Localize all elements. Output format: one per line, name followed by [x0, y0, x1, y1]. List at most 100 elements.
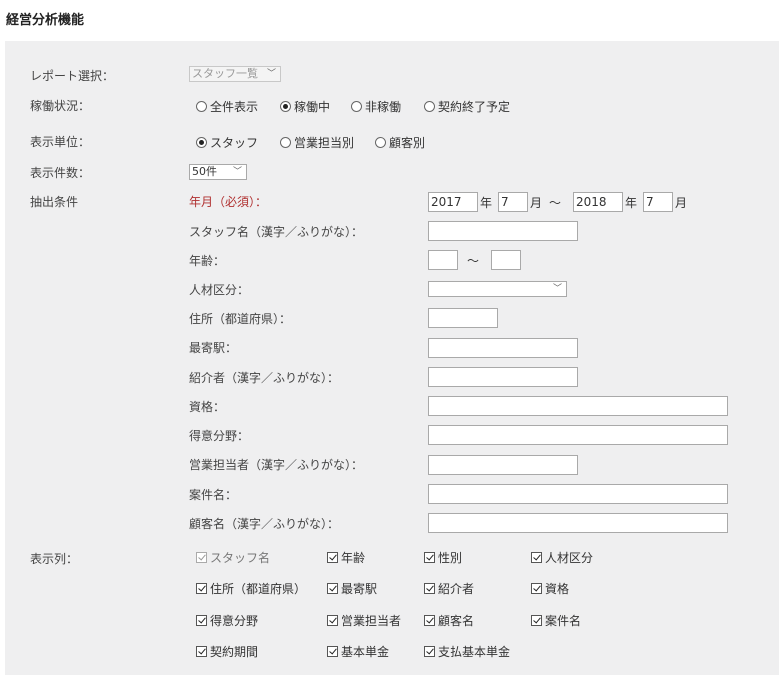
age-label: 年齢： — [189, 254, 226, 268]
age-to-input[interactable] — [491, 250, 521, 270]
checkbox-checked-icon — [327, 615, 338, 626]
staff-name-label: スタッフ名（漢字／ふりがな）： — [189, 225, 364, 239]
referrer-label: 紹介者（漢字／ふりがな）： — [189, 371, 340, 385]
checkbox-checked-icon — [424, 583, 435, 594]
staff-name-input[interactable] — [428, 221, 578, 241]
column-checkbox-label: 契約期間 — [210, 645, 259, 659]
count-select-value: 50件 — [192, 165, 217, 178]
page-title: 経営分析機能 — [6, 13, 85, 28]
radio-icon — [424, 101, 435, 112]
column-checkbox-address[interactable]: 住所（都道府県） — [196, 580, 306, 597]
column-checkbox-sales-rep[interactable]: 営業担当者 — [327, 612, 401, 629]
column-checkbox-qualification[interactable]: 資格 — [531, 580, 569, 597]
checkbox-checked-icon — [196, 615, 207, 626]
column-checkbox-project[interactable]: 案件名 — [531, 612, 581, 629]
status-option-label: 契約終了予定 — [438, 100, 511, 114]
checkbox-checked-icon — [196, 583, 207, 594]
sales-rep-input[interactable] — [428, 455, 578, 475]
unit-label: 表示単位： — [30, 135, 91, 149]
project-input[interactable] — [428, 484, 728, 504]
chevron-down-icon: ﹀ — [232, 167, 242, 177]
chevron-down-icon: ﹀ — [552, 284, 562, 294]
column-checkbox-label: 営業担当者 — [341, 614, 402, 628]
specialty-input[interactable] — [428, 425, 728, 445]
age-tilde: ～ — [467, 254, 480, 268]
column-checkbox-age[interactable]: 年齢 — [327, 549, 365, 566]
column-checkbox-label: 紹介者 — [438, 582, 475, 596]
station-input[interactable] — [428, 338, 578, 358]
column-checkbox-label: 年齢 — [341, 551, 366, 565]
status-option-active[interactable]: 稼働中 — [280, 98, 330, 115]
column-checkbox-contract-period[interactable]: 契約期間 — [196, 643, 258, 660]
column-checkbox-referrer[interactable]: 紹介者 — [424, 580, 474, 597]
status-option-label: 非稼働 — [365, 100, 402, 114]
status-option-inactive[interactable]: 非稼働 — [351, 98, 401, 115]
chevron-down-icon: ﹀ — [266, 69, 276, 79]
count-label: 表示件数： — [30, 166, 91, 180]
column-checkbox-payment-base-rate[interactable]: 支払基本単金 — [424, 643, 510, 660]
status-label: 稼働状況： — [30, 99, 91, 113]
column-checkbox-label: 顧客名 — [438, 614, 475, 628]
year-unit: 年 — [480, 196, 493, 210]
column-checkbox-label: 案件名 — [545, 614, 582, 628]
column-checkbox-label: 人材区分 — [545, 551, 594, 565]
checkbox-checked-icon — [424, 646, 435, 657]
column-checkbox-label: 性別 — [438, 551, 463, 565]
category-label: 人材区分： — [189, 283, 250, 297]
checkbox-checked-icon — [196, 552, 207, 563]
column-checkbox-station[interactable]: 最寄駅 — [327, 580, 377, 597]
qualification-input[interactable] — [428, 396, 728, 416]
column-checkbox-gender[interactable]: 性別 — [424, 549, 462, 566]
column-checkbox-category[interactable]: 人材区分 — [531, 549, 593, 566]
column-checkbox-specialty[interactable]: 得意分野 — [196, 612, 258, 629]
status-option-label: 全件表示 — [210, 100, 259, 114]
radio-icon — [351, 101, 362, 112]
address-input[interactable] — [428, 308, 498, 328]
column-checkbox-label: 資格 — [545, 582, 570, 596]
to-month-input[interactable]: 7 — [643, 192, 673, 212]
year-month-label: 年月（必須）： — [189, 195, 268, 209]
column-checkbox-label: スタッフ名 — [210, 551, 271, 565]
checkbox-checked-icon — [531, 583, 542, 594]
report-select[interactable]: スタッフ一覧 ﹀ — [189, 66, 281, 82]
column-checkbox-label: 得意分野 — [210, 614, 259, 628]
year-unit: 年 — [625, 196, 638, 210]
checkbox-checked-icon — [327, 583, 338, 594]
column-checkbox-label: 基本単金 — [341, 645, 390, 659]
radio-icon — [280, 137, 291, 148]
unit-option-label: 営業担当別 — [294, 136, 355, 150]
status-option-all[interactable]: 全件表示 — [196, 98, 258, 115]
checkbox-checked-icon — [424, 615, 435, 626]
column-checkbox-label: 最寄駅 — [341, 582, 378, 596]
report-label: レポート選択： — [30, 69, 115, 83]
month-unit: 月 — [675, 196, 688, 210]
category-select[interactable]: ﹀ — [428, 281, 567, 297]
report-select-value: スタッフ一覧 — [192, 67, 258, 80]
referrer-input[interactable] — [428, 367, 578, 387]
sales-rep-label: 営業担当者（漢字／ふりがな）： — [189, 458, 364, 472]
unit-option-staff[interactable]: スタッフ — [196, 134, 258, 151]
station-label: 最寄駅： — [189, 341, 238, 355]
radio-icon — [375, 137, 386, 148]
checkbox-checked-icon — [327, 552, 338, 563]
unit-option-label: スタッフ — [210, 136, 259, 150]
status-option-ending[interactable]: 契約終了予定 — [424, 98, 510, 115]
from-month-input[interactable]: 7 — [498, 192, 528, 212]
from-year-input[interactable]: 2017 — [428, 192, 478, 212]
month-unit: 月 — [530, 196, 543, 210]
count-select[interactable]: 50件 ﹀ — [189, 164, 247, 180]
column-checkbox-base-rate[interactable]: 基本単金 — [327, 643, 389, 660]
customer-label: 顧客名（漢字／ふりがな）： — [189, 517, 340, 531]
column-checkbox-staff-name: スタッフ名 — [196, 549, 270, 566]
checkbox-checked-icon — [327, 646, 338, 657]
unit-option-sales[interactable]: 営業担当別 — [280, 134, 354, 151]
customer-input[interactable] — [428, 513, 728, 533]
column-checkbox-customer[interactable]: 顧客名 — [424, 612, 474, 629]
column-checkbox-label: 支払基本単金 — [438, 645, 511, 659]
to-year-input[interactable]: 2018 — [573, 192, 623, 212]
age-from-input[interactable] — [428, 250, 458, 270]
specialty-label: 得意分野： — [189, 429, 250, 443]
unit-option-customer[interactable]: 顧客別 — [375, 134, 425, 151]
filters-label: 抽出条件 — [30, 195, 79, 209]
column-checkbox-label: 住所（都道府県） — [210, 582, 307, 596]
